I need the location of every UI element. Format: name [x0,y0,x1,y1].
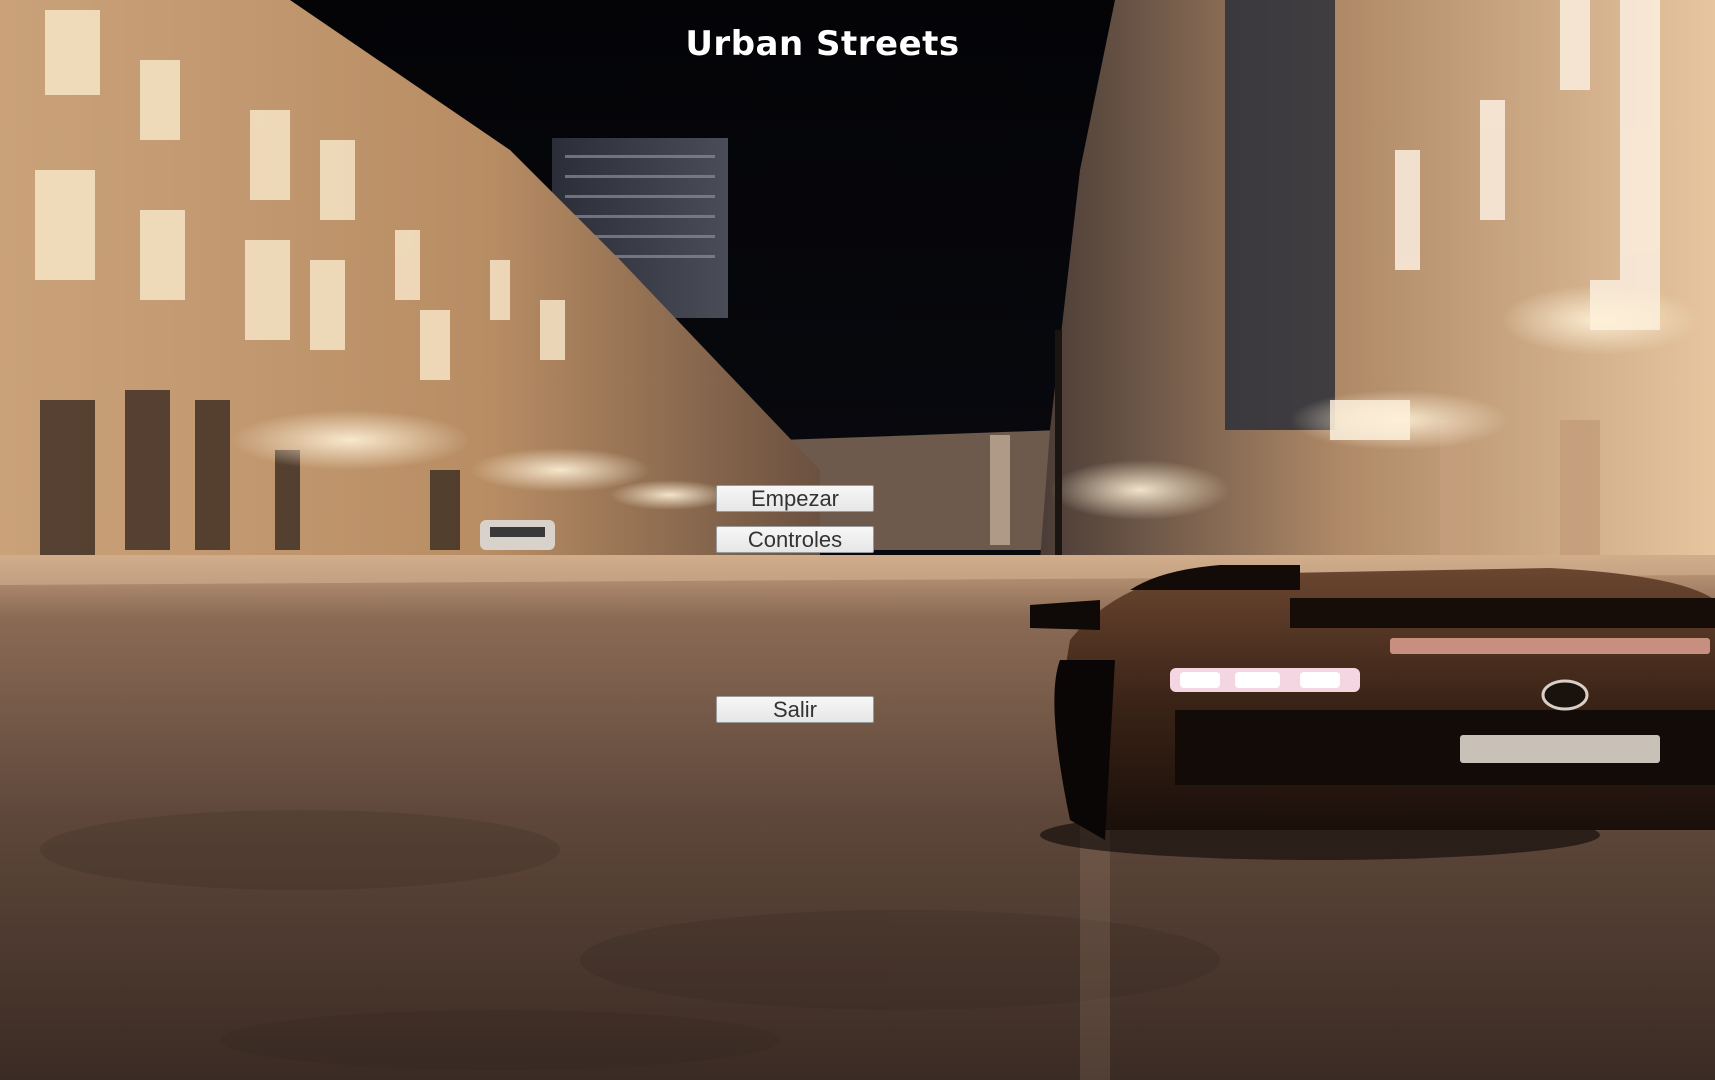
main-menu-screen: Urban Streets Empezar Controles Salir [0,0,1715,1080]
game-title: Urban Streets [685,24,960,64]
exit-button[interactable]: Salir [716,696,874,723]
controls-button[interactable]: Controles [716,526,874,553]
start-button[interactable]: Empezar [716,485,874,512]
sports-car [1030,565,1715,860]
